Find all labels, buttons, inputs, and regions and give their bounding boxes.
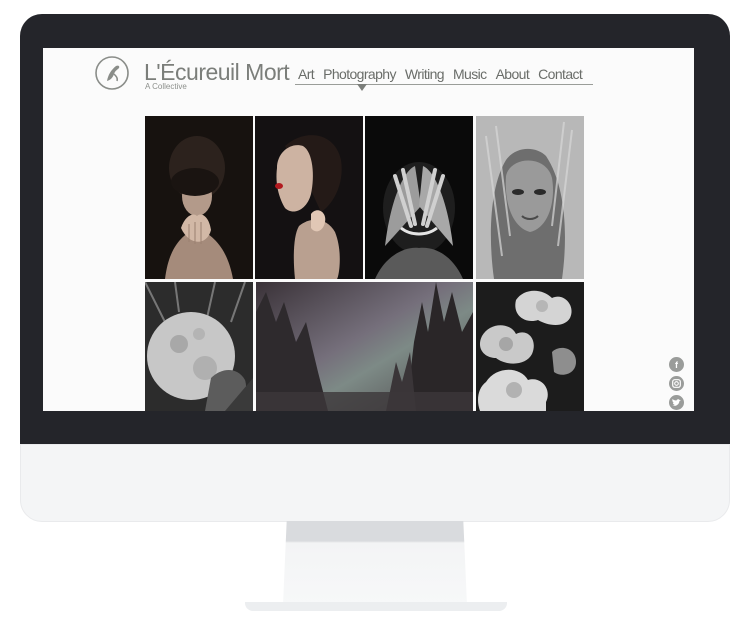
gallery-tile-blonde[interactable] [476,116,584,279]
monitor-chin [20,444,730,522]
gallery-tile-portrait-hands[interactable] [145,116,253,279]
photo-misty-forest [256,282,473,411]
photo-woman-hands [145,116,253,279]
gallery-tile-hands-face[interactable] [365,116,473,279]
twitter-icon[interactable] [669,395,684,410]
gallery-tile-forest[interactable] [256,282,473,411]
photo-hands-covering-face [365,116,473,279]
nav-underline [295,84,593,85]
gallery-tile-moon[interactable] [145,282,253,411]
nav-item-art[interactable]: Art [298,66,315,83]
site-subtitle: A Collective [145,82,187,91]
facebook-icon[interactable]: f [669,357,684,372]
instagram-icon[interactable] [669,376,684,391]
nav-item-photography[interactable]: Photography [323,66,396,83]
photo-moon-collage [145,282,253,411]
gallery-tile-red-lips[interactable] [255,116,363,279]
nav-item-writing[interactable]: Writing [405,66,445,83]
main-nav: Art Photography Writing Music About Cont… [298,66,583,83]
monitor-stand-base [245,602,507,611]
website-screen: L'Écureuil Mort A Collective Art Photogr… [43,48,694,411]
active-nav-indicator-icon [357,84,367,91]
gallery-tile-roses[interactable] [476,282,584,411]
nav-item-about[interactable]: About [496,66,530,83]
nav-item-contact[interactable]: Contact [538,66,583,83]
photo-woman-blonde [476,116,584,279]
photo-woman-profile [255,116,363,279]
monitor-stand [283,521,467,605]
nav-item-music[interactable]: Music [453,66,487,83]
photo-white-roses [476,282,584,411]
squirrel-logo-icon[interactable] [95,56,129,90]
